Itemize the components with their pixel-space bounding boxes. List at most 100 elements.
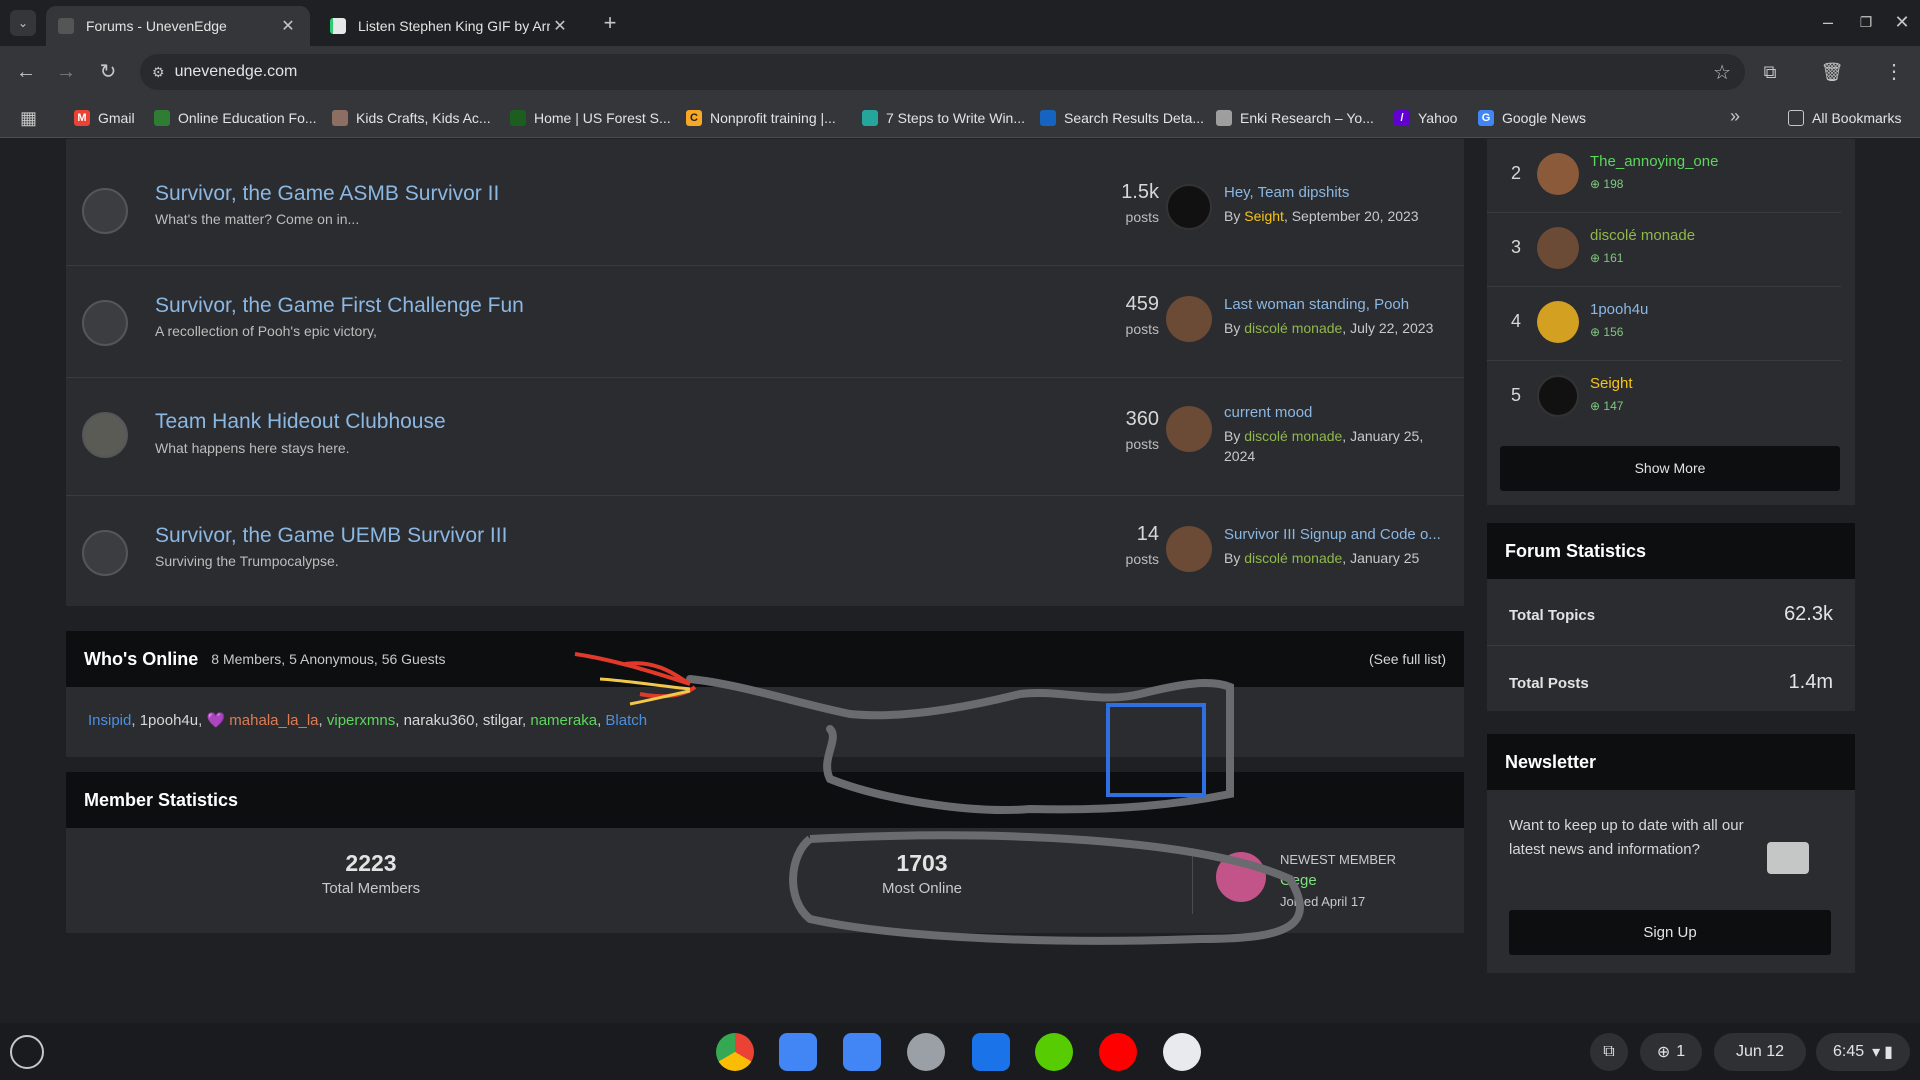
- author-link[interactable]: discolé monade: [1244, 550, 1342, 566]
- menu-kebab-icon[interactable]: ⋮: [1878, 56, 1910, 88]
- leader-name[interactable]: discolé monade: [1590, 227, 1695, 244]
- reload-icon[interactable]: ↻: [92, 56, 124, 88]
- apps-grid-icon[interactable]: ▦: [20, 108, 37, 129]
- online-member[interactable]: 💜 mahala_la_la: [206, 712, 318, 729]
- online-member[interactable]: 1pooh4u: [140, 712, 198, 729]
- trash-extension-icon[interactable]: 🗑: [1816, 56, 1848, 88]
- newest-member-name[interactable]: Gege: [1280, 872, 1317, 889]
- close-tab-icon[interactable]: ✕: [550, 16, 570, 36]
- last-post-title[interactable]: Hey, Team dipshits: [1224, 184, 1454, 201]
- forum-title[interactable]: Team Hank Hideout Clubhouse: [155, 410, 446, 434]
- calendar-icon[interactable]: [779, 1033, 817, 1071]
- avatar[interactable]: [1537, 227, 1579, 269]
- bookmark-gmail[interactable]: M Gmail: [74, 108, 135, 128]
- duolingo-icon[interactable]: [1035, 1033, 1073, 1071]
- avatar[interactable]: [1216, 852, 1266, 902]
- screen-capture-button[interactable]: ⧉: [1590, 1033, 1628, 1071]
- forum-title[interactable]: Survivor, the Game First Challenge Fun: [155, 294, 524, 318]
- restore-button[interactable]: ❐: [1848, 8, 1884, 36]
- see-full-list-link[interactable]: (See full list): [1369, 651, 1446, 667]
- steps-icon: [862, 110, 878, 126]
- online-member[interactable]: Blatch: [605, 712, 647, 729]
- launcher-icon[interactable]: [10, 1035, 44, 1069]
- all-bookmarks-button[interactable]: All Bookmarks: [1788, 108, 1901, 128]
- back-icon[interactable]: ←: [10, 56, 42, 88]
- avatar[interactable]: [1166, 406, 1212, 452]
- avatar[interactable]: [1166, 526, 1212, 572]
- extensions-icon[interactable]: ⧉: [1754, 56, 1786, 88]
- more-bookmarks-icon[interactable]: »: [1730, 106, 1740, 127]
- avatar[interactable]: [1537, 375, 1579, 417]
- close-window-button[interactable]: ✕: [1884, 8, 1920, 36]
- tab-gif[interactable]: Listen Stephen King GIF by Arro ✕: [318, 6, 582, 46]
- bookmark-enki-research[interactable]: Enki Research – Yo...: [1216, 108, 1374, 128]
- bookmark-forest-service[interactable]: Home | US Forest S...: [510, 108, 671, 128]
- bookmarks-bar: ▦ M Gmail Online Education Fo... Kids Cra…: [0, 98, 1920, 138]
- leader-name[interactable]: Seight: [1590, 375, 1633, 392]
- forum-row[interactable]: Survivor, the Game First Challenge Fun A…: [66, 266, 1464, 378]
- new-tab-button[interactable]: +: [596, 10, 624, 38]
- post-count: 1.5k: [1121, 181, 1159, 203]
- online-member[interactable]: viperxmns: [327, 712, 395, 729]
- leader-name[interactable]: The_annoying_one: [1590, 153, 1718, 170]
- show-more-button[interactable]: Show More: [1500, 446, 1840, 491]
- chrome-icon[interactable]: [716, 1033, 754, 1071]
- web-app-icon[interactable]: [1163, 1033, 1201, 1071]
- leaderboard-row[interactable]: 3 discolé monade ⊕ 161: [1487, 213, 1841, 287]
- forum-row[interactable]: Survivor, the Game UEMB Survivor III Sur…: [66, 496, 1464, 608]
- author-link[interactable]: discolé monade: [1244, 428, 1342, 444]
- bookmark-star-icon[interactable]: ☆: [1713, 60, 1731, 85]
- last-post-title[interactable]: Survivor III Signup and Code o...: [1224, 526, 1454, 543]
- docs-icon[interactable]: [843, 1033, 881, 1071]
- youtube-icon[interactable]: [1099, 1033, 1137, 1071]
- tab-search-button[interactable]: ⌄: [10, 10, 36, 36]
- author-link[interactable]: discolé monade: [1244, 320, 1342, 336]
- close-tab-icon[interactable]: ✕: [278, 16, 298, 36]
- sign-up-button[interactable]: Sign Up: [1509, 910, 1831, 955]
- leaderboard-row[interactable]: 2 The_annoying_one ⊕ 198: [1487, 139, 1841, 213]
- avatar[interactable]: [1537, 301, 1579, 343]
- online-member[interactable]: stilgar: [483, 712, 522, 729]
- last-post-title[interactable]: Last woman standing, Pooh: [1224, 296, 1454, 313]
- forum-row[interactable]: Survivor, the Game ASMB Survivor II What…: [66, 154, 1464, 266]
- online-members-list: Insipid, 1pooh4u, 💜 mahala_la_la, viperx…: [66, 687, 1464, 757]
- bookmark-yahoo[interactable]: / Yahoo: [1394, 108, 1457, 128]
- posts-label: posts: [1125, 209, 1159, 225]
- status-tray[interactable]: 6:45 ▾ ▮: [1816, 1033, 1910, 1071]
- last-post-title[interactable]: current mood: [1224, 404, 1454, 421]
- forum-title[interactable]: Survivor, the Game UEMB Survivor III: [155, 524, 507, 548]
- online-member[interactable]: nameraka: [530, 712, 597, 729]
- leaderboard-row[interactable]: 5 Seight ⊕ 147: [1487, 361, 1841, 435]
- forum-icon: [82, 188, 128, 234]
- forward-icon[interactable]: →: [50, 56, 82, 88]
- url-text[interactable]: unevenedge.com: [175, 63, 298, 81]
- leaderboard-row[interactable]: 4 1pooh4u ⊕ 156: [1487, 287, 1841, 361]
- notifications-pill[interactable]: ⊕ 1: [1640, 1033, 1702, 1071]
- avatar[interactable]: [1166, 296, 1212, 342]
- bookmark-online-education[interactable]: Online Education Fo...: [154, 108, 317, 128]
- tab-forums[interactable]: Forums - UnevenEdge ✕: [46, 6, 310, 46]
- total-posts-value: 1.4m: [1788, 671, 1833, 693]
- leader-name[interactable]: 1pooh4u: [1590, 301, 1648, 318]
- date-pill[interactable]: Jun 12: [1714, 1033, 1806, 1071]
- minimize-button[interactable]: –: [1810, 8, 1846, 36]
- forum-favicon-icon: [58, 18, 74, 34]
- avatar[interactable]: [1166, 184, 1212, 230]
- bookmark-7-steps[interactable]: 7 Steps to Write Win...: [862, 108, 1025, 128]
- bookmark-google-news[interactable]: G Google News: [1478, 108, 1586, 128]
- forum-title[interactable]: Survivor, the Game ASMB Survivor II: [155, 182, 499, 206]
- online-member[interactable]: naraku360: [404, 712, 475, 729]
- files-icon[interactable]: [972, 1033, 1010, 1071]
- address-bar[interactable]: ⚙ unevenedge.com ☆: [140, 54, 1745, 90]
- whos-online-title: Who's Online: [84, 648, 199, 669]
- bookmark-kids-crafts[interactable]: Kids Crafts, Kids Ac...: [332, 108, 491, 128]
- settings-icon[interactable]: [907, 1033, 945, 1071]
- bookmark-search-results[interactable]: Search Results Deta...: [1040, 108, 1204, 128]
- bookmark-nonprofit-training[interactable]: C Nonprofit training |...: [686, 108, 836, 128]
- author-link[interactable]: Seight: [1244, 208, 1284, 224]
- site-info-icon[interactable]: ⚙: [152, 64, 165, 81]
- avatar[interactable]: [1537, 153, 1579, 195]
- rank-number: 2: [1511, 163, 1522, 183]
- forum-row[interactable]: Team Hank Hideout Clubhouse What happens…: [66, 378, 1464, 496]
- online-member[interactable]: Insipid: [88, 712, 131, 729]
